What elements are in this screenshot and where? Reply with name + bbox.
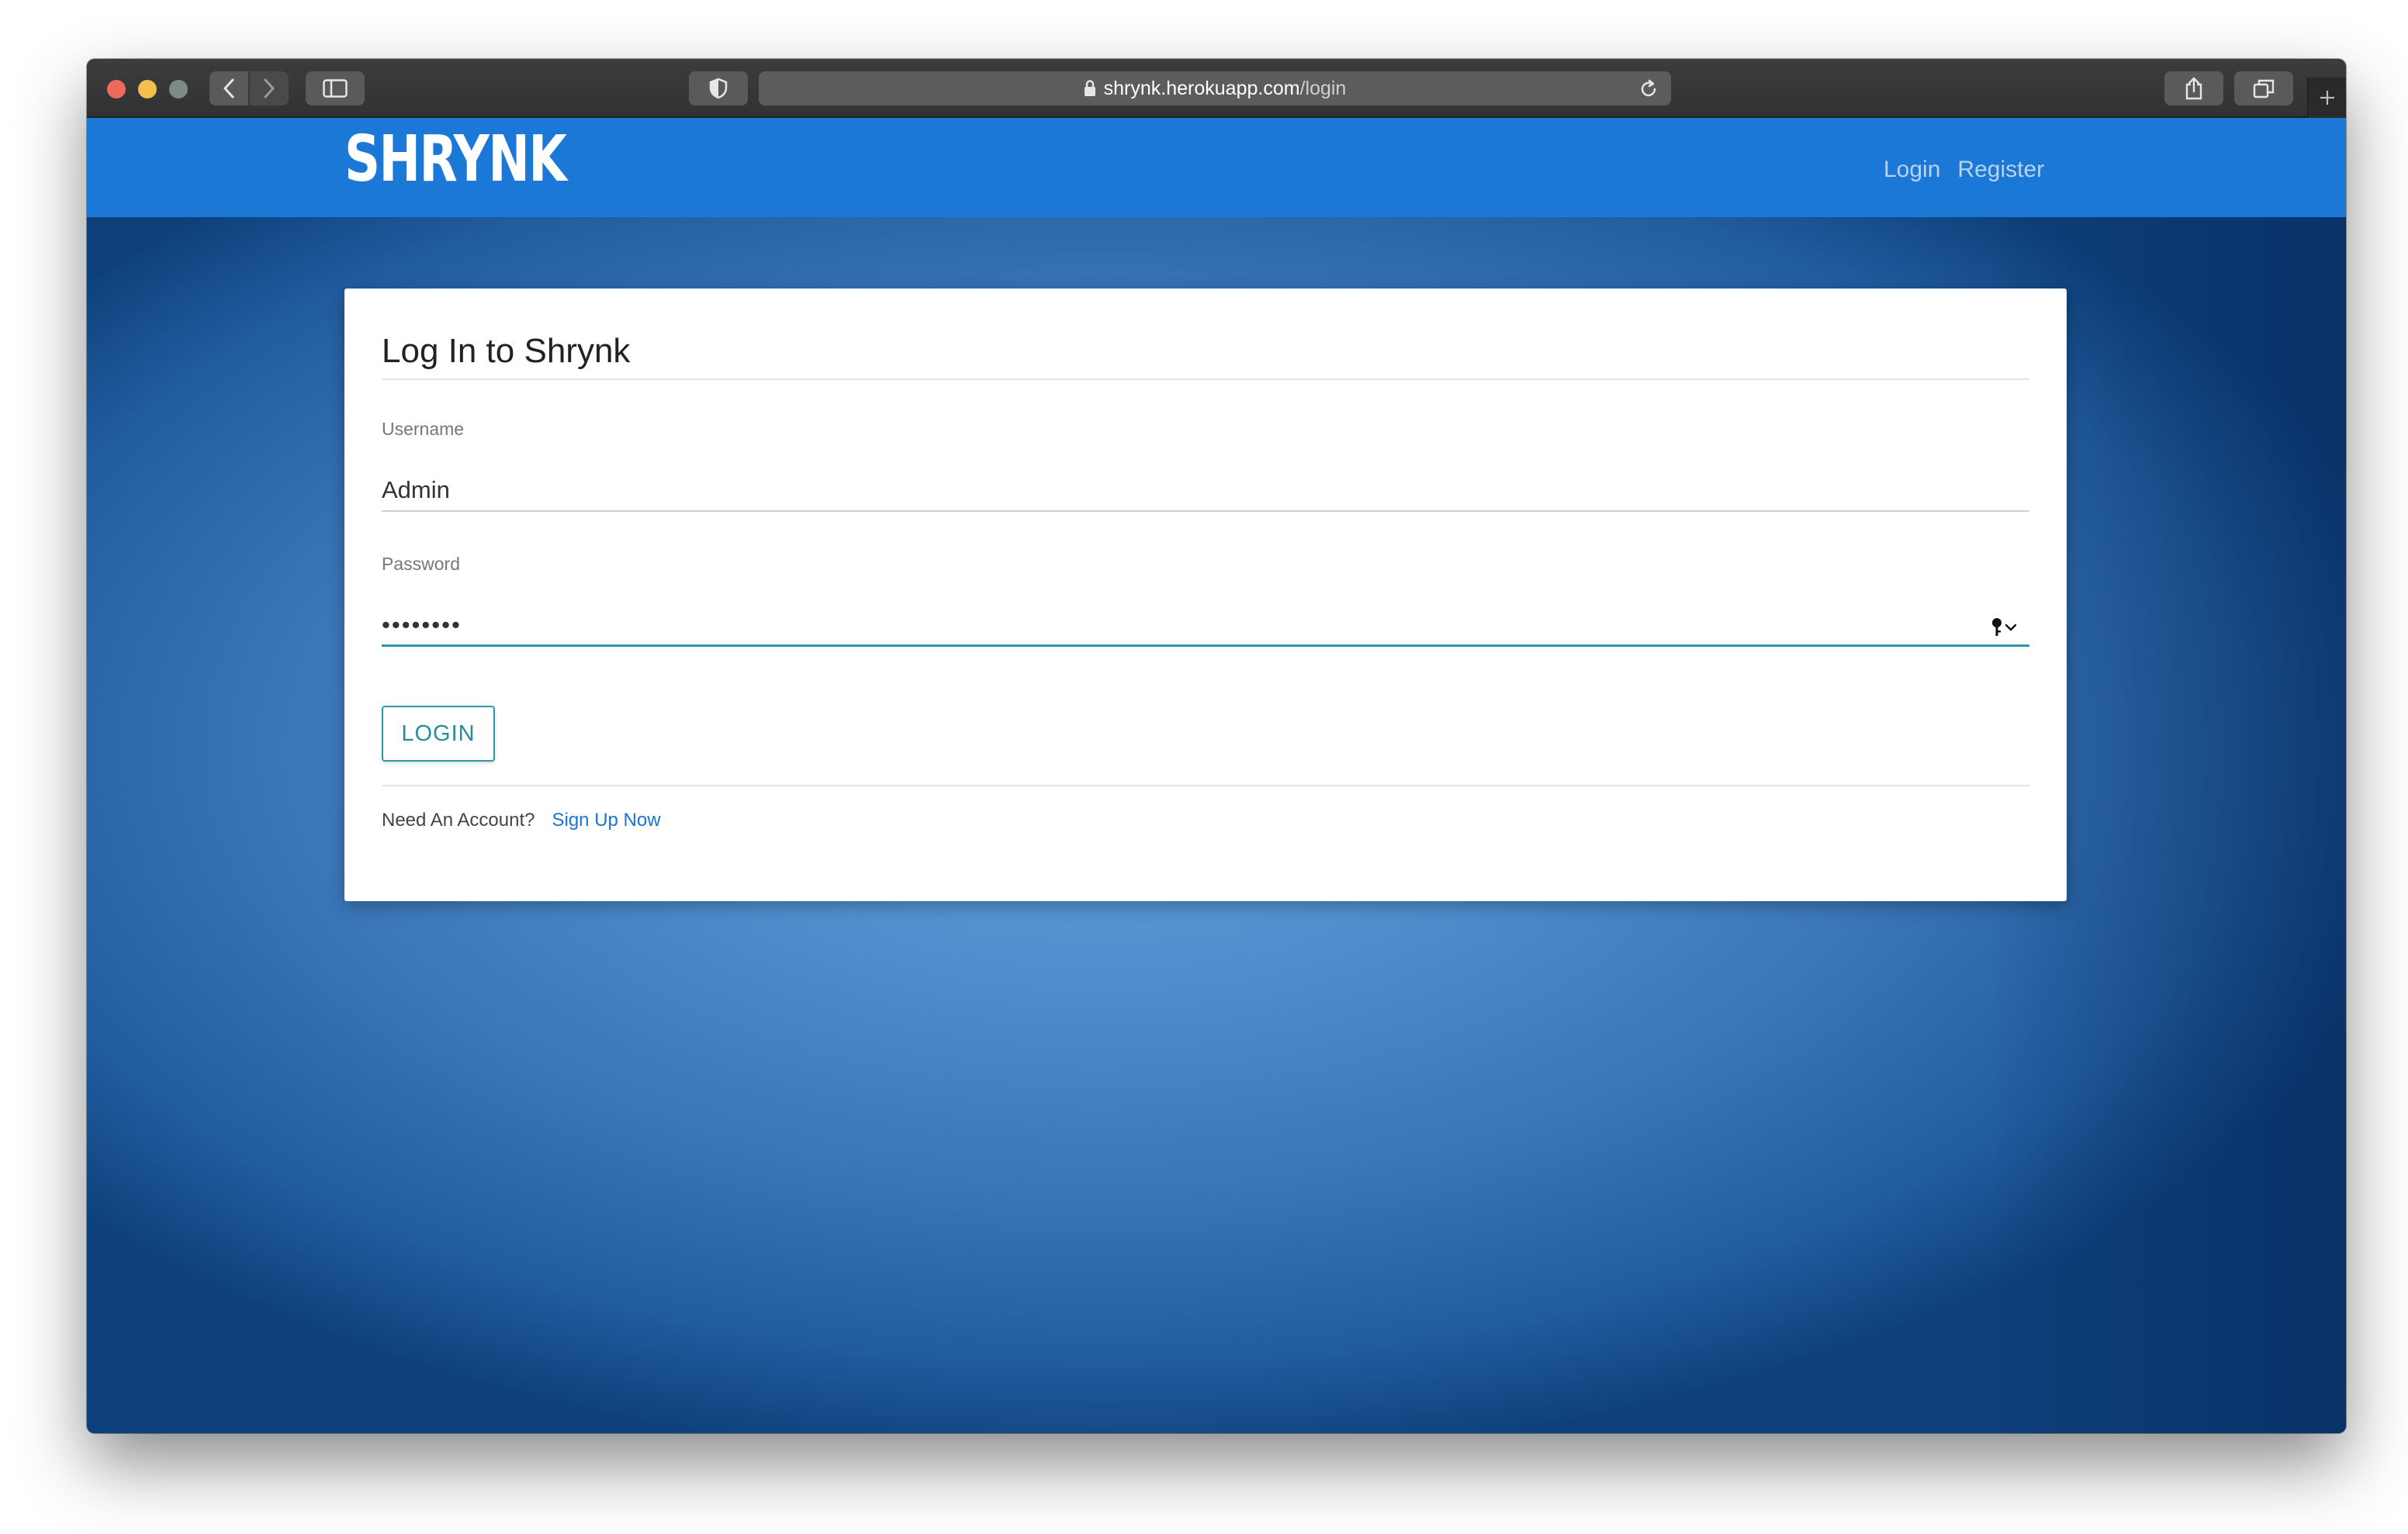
address-bar[interactable]: shrynk.herokuapp.com/login xyxy=(759,71,1671,105)
url-path: /login xyxy=(1299,77,1347,99)
chevron-left-icon xyxy=(223,78,234,98)
minimize-window-button[interactable] xyxy=(138,80,157,98)
share-icon xyxy=(2185,77,2202,100)
password-label: Password xyxy=(382,554,460,574)
chevron-down-icon xyxy=(2005,624,2017,631)
key-icon xyxy=(1992,618,2001,636)
lock-icon xyxy=(1084,80,1095,96)
password-input[interactable] xyxy=(382,605,2029,647)
share-button[interactable] xyxy=(2164,71,2223,105)
site-navbar: SHRYNK Login Register xyxy=(87,118,2346,217)
reload-icon[interactable] xyxy=(1638,79,1659,99)
password-autofill-key-icon[interactable] xyxy=(1991,617,2017,637)
site-logo[interactable]: SHRYNK xyxy=(344,123,567,196)
divider xyxy=(382,378,2029,380)
browser-window: shrynk.herokuapp.com/login SHRYNK Login … xyxy=(87,59,2346,1433)
forward-button[interactable] xyxy=(250,71,289,105)
sign-up-link[interactable]: Sign Up Now xyxy=(552,810,660,831)
browser-toolbar: shrynk.herokuapp.com/login xyxy=(87,59,2346,118)
new-tab-button[interactable] xyxy=(2307,78,2346,118)
sidebar-icon xyxy=(323,79,348,98)
chevron-right-icon xyxy=(264,78,275,98)
username-label: Username xyxy=(382,419,465,439)
back-button[interactable] xyxy=(209,71,248,105)
page-title: Log In to Shrynk xyxy=(382,332,631,370)
divider xyxy=(382,785,2029,786)
sidebar-toggle-button[interactable] xyxy=(306,71,365,105)
close-window-button[interactable] xyxy=(107,80,126,98)
nav-login-link[interactable]: Login xyxy=(1884,157,1940,183)
shield-icon xyxy=(709,78,728,99)
privacy-report-button[interactable] xyxy=(689,71,748,105)
need-account-text: Need An Account? xyxy=(382,810,535,831)
login-button[interactable]: LOGIN xyxy=(382,706,495,762)
tab-overview-button[interactable] xyxy=(2234,71,2293,105)
url-host: shrynk.herokuapp.com xyxy=(1103,77,1300,99)
login-card: Log In to Shrynk Username Password LOGIN… xyxy=(344,288,2067,901)
nav-register-link[interactable]: Register xyxy=(1957,157,2044,183)
plus-icon xyxy=(2320,91,2334,105)
tabs-icon xyxy=(2253,79,2275,98)
maximize-window-button[interactable] xyxy=(169,80,188,98)
web-page: SHRYNK Login Register Log In to Shrynk U… xyxy=(87,118,2346,1433)
username-input[interactable] xyxy=(382,470,2029,512)
